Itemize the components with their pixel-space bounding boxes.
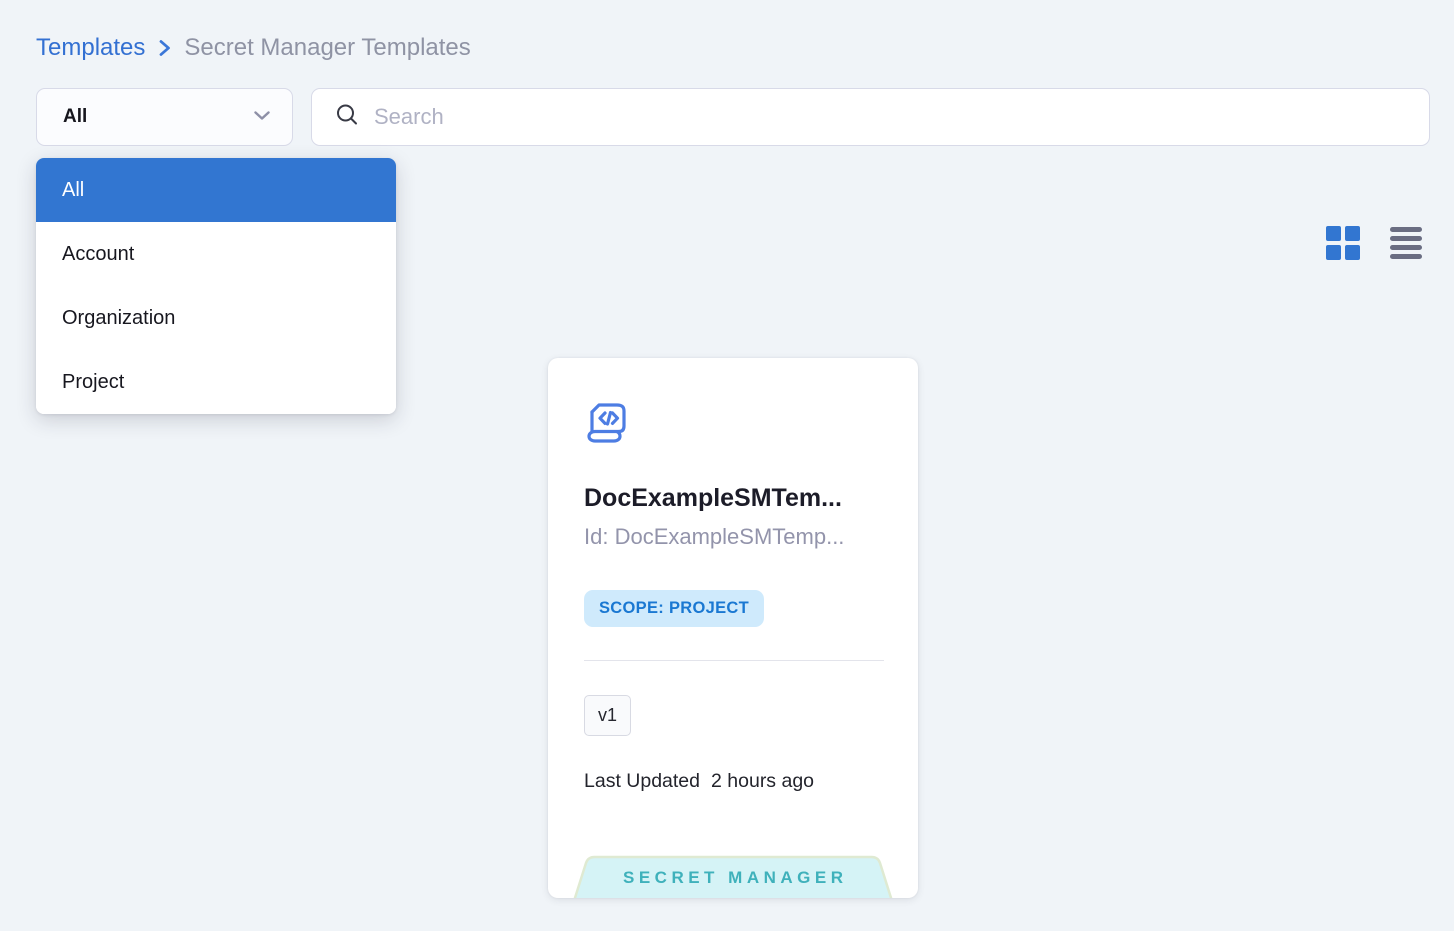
breadcrumb-current-page: Secret Manager Templates [184,34,470,62]
template-identifier: Id: DocExampleSMTemp... [584,524,888,550]
scope-filter-menu: All Account Organization Project [36,158,396,414]
version-badge: v1 [584,695,631,736]
scope-option-all[interactable]: All [36,158,396,222]
template-type-label: SECRET MANAGER [573,868,893,888]
scope-option-organization[interactable]: Organization [36,286,396,350]
last-updated-value: 2 hours ago [711,770,814,793]
list-view-icon[interactable] [1390,227,1422,259]
view-toggle-group [1326,226,1422,260]
secret-manager-templates-page: { "breadcrumb": { "link_label": "Templat… [0,0,1454,931]
template-type-ribbon: SECRET MANAGER [573,854,893,898]
template-code-icon [584,400,632,451]
search-icon [334,102,360,133]
template-title: DocExampleSMTem... [584,484,888,513]
chevron-down-icon [252,108,272,127]
scope-filter-selected-value: All [63,106,252,128]
scope-badge: SCOPE: PROJECT [584,590,764,627]
breadcrumb-templates-link[interactable]: Templates [36,34,145,62]
search-input[interactable] [374,104,1411,130]
breadcrumb: Templates Secret Manager Templates [36,34,471,62]
scope-option-account[interactable]: Account [36,222,396,286]
template-card[interactable]: DocExampleSMTem... Id: DocExampleSMTemp.… [548,358,918,898]
grid-view-icon[interactable] [1326,226,1360,260]
chevron-right-icon [157,38,172,58]
scope-filter-select[interactable]: All [36,88,293,146]
last-updated-label: Last Updated [584,770,700,793]
search-bar [311,88,1430,146]
scope-option-project[interactable]: Project [36,350,396,414]
card-divider [584,660,884,661]
last-updated-row: Last Updated 2 hours ago [584,770,814,793]
